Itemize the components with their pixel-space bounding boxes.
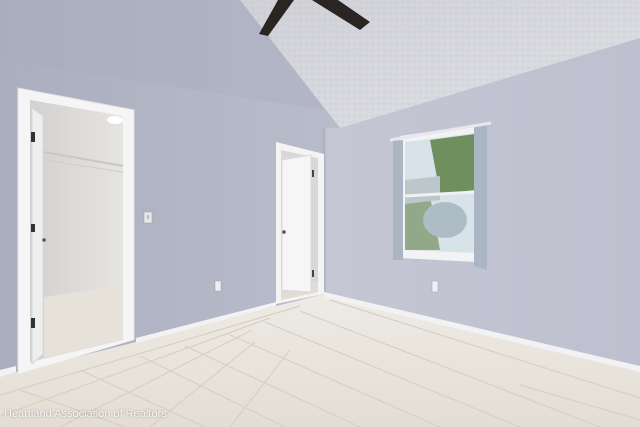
closet-door-knob (42, 238, 46, 242)
bathroom-door (281, 154, 312, 293)
bathroom-door-knob (282, 230, 286, 234)
window (389, 121, 492, 270)
bathroom-doorway (276, 142, 324, 304)
window-curtain-right (474, 123, 487, 270)
photo-watermark: Heartland Association of Realtors (4, 408, 167, 420)
room-photo (0, 0, 640, 427)
window-curtain-left (393, 140, 403, 260)
closet-doorway (17, 87, 135, 374)
closet-light (107, 116, 123, 124)
